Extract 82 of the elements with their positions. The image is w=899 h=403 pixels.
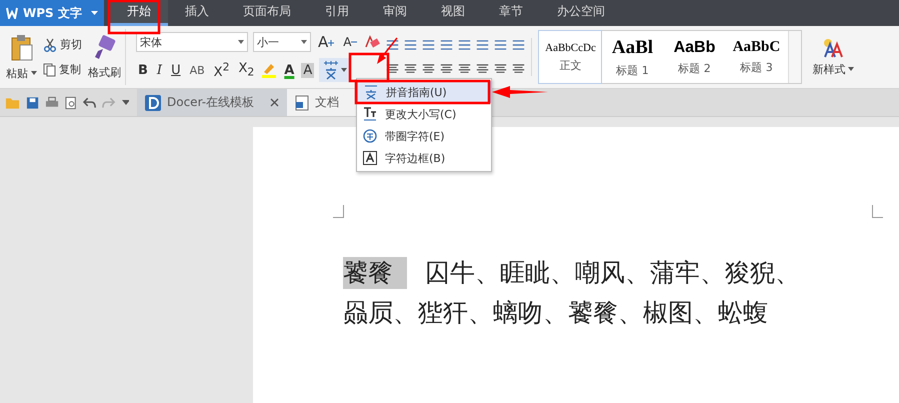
scissors-icon — [43, 38, 57, 52]
style-preview: AaBl — [612, 36, 654, 58]
caret-icon — [301, 40, 307, 44]
menu-tab[interactable]: 审阅 — [366, 0, 424, 26]
logo-icon — [6, 7, 18, 19]
enclosed-character-icon — [363, 129, 377, 143]
style-label: 标题 1 — [616, 62, 649, 78]
pinyin-icon — [323, 60, 340, 80]
character-border-icon — [363, 151, 377, 165]
document-text: 囚牛、睚眦、嘲风、蒲牢、狻猊、 — [425, 257, 800, 289]
style-preview: AaBbCcDc — [545, 42, 596, 54]
style-label: 正文 — [559, 58, 582, 72]
margin-mark — [333, 205, 344, 218]
menu-item[interactable]: 更改大小写(C) — [357, 103, 491, 125]
caret-icon[interactable] — [122, 100, 130, 105]
format-button[interactable]: I — [154, 62, 164, 78]
pinyin-icon — [364, 84, 378, 100]
styles-icon — [822, 38, 844, 58]
app-name: WPS 文字 — [23, 4, 83, 22]
style-option[interactable]: AaBbC 标题 3 — [725, 31, 788, 83]
app-menu-button[interactable]: WPS 文字 — [0, 0, 104, 26]
document-text: 赑屃、狴犴、螭吻、饕餮、椒图、蚣蝮 — [343, 297, 769, 329]
char-shading-button[interactable]: A — [301, 62, 314, 78]
style-option[interactable]: AaBl 标题 1 — [601, 31, 664, 83]
format-button[interactable]: U — [169, 62, 183, 78]
caret-icon — [31, 71, 37, 75]
paintbrush-icon — [94, 34, 116, 60]
pinyin-guide-button[interactable] — [319, 58, 352, 82]
eraser-icon — [364, 35, 380, 49]
gallery-scrollbar[interactable] — [788, 31, 802, 83]
style-option[interactable]: AaBb 标题 2 — [663, 31, 726, 83]
print-preview-icon[interactable] — [65, 96, 78, 110]
paste-button[interactable]: 粘贴 — [6, 34, 37, 80]
menu-tab[interactable]: 办公空间 — [540, 0, 622, 26]
save-icon[interactable] — [26, 96, 40, 110]
align-right-icon[interactable] — [422, 62, 436, 76]
caret-icon — [91, 11, 98, 15]
undo-icon[interactable] — [83, 96, 96, 108]
new-style-button[interactable]: 新样式 — [808, 38, 854, 76]
cut-button[interactable]: 剪切 — [43, 37, 82, 52]
copy-icon — [43, 62, 56, 76]
caret-icon — [848, 67, 854, 71]
font-size-dropdown[interactable]: 小一 — [253, 32, 311, 52]
template-icon — [145, 94, 161, 110]
highlighter-icon — [261, 62, 278, 78]
text-case-icon — [363, 106, 377, 122]
margin-mark — [872, 205, 883, 218]
menu-item[interactable]: 带圈字符(E) — [357, 125, 491, 147]
caret-icon — [341, 68, 348, 72]
caret-icon — [238, 40, 244, 44]
format-button[interactable]: X$^{2}$ — [212, 60, 232, 80]
highlight-frame — [108, 0, 160, 34]
selected-text: 饕餮 — [343, 257, 407, 289]
style-label: 标题 3 — [740, 60, 773, 75]
plus-icon — [328, 39, 334, 47]
pointer-arrow — [377, 38, 398, 64]
style-preview: AaBb — [674, 38, 716, 56]
font-color-button[interactable]: A — [282, 62, 296, 78]
document-icon — [295, 94, 309, 110]
menu-tab[interactable]: 插入 — [168, 0, 226, 26]
clipboard-icon — [10, 34, 34, 62]
menu-tab[interactable]: 引用 — [308, 0, 366, 26]
format-button[interactable]: AB — [188, 64, 207, 76]
format-button[interactable]: B — [136, 62, 150, 78]
copy-button[interactable]: 复制 — [43, 62, 82, 77]
font-family-dropdown[interactable]: 宋体 — [136, 32, 248, 52]
menu-tab[interactable]: 页面布局 — [226, 0, 308, 26]
justify-icon[interactable] — [440, 62, 454, 76]
menu-tab[interactable]: 视图 — [424, 0, 482, 26]
menu-item[interactable]: 字符边框(B) — [357, 147, 491, 169]
document-tab[interactable]: 文档 — [287, 89, 357, 116]
close-icon[interactable] — [270, 98, 279, 107]
format-painter-button[interactable]: 格式刷 — [88, 34, 121, 80]
menu-tab[interactable]: 章节 — [482, 0, 540, 26]
shrink-font-button[interactable]: A — [341, 35, 360, 49]
style-label: 标题 2 — [678, 60, 711, 76]
format-button[interactable]: X$_{2}$ — [236, 61, 256, 79]
printer-icon[interactable] — [45, 96, 60, 110]
align-center-icon[interactable] — [404, 62, 418, 76]
grow-font-button[interactable]: A — [316, 33, 336, 51]
style-preview: AaBbC — [732, 39, 780, 56]
document-tab[interactable]: Docer-在线模板 — [137, 89, 287, 116]
